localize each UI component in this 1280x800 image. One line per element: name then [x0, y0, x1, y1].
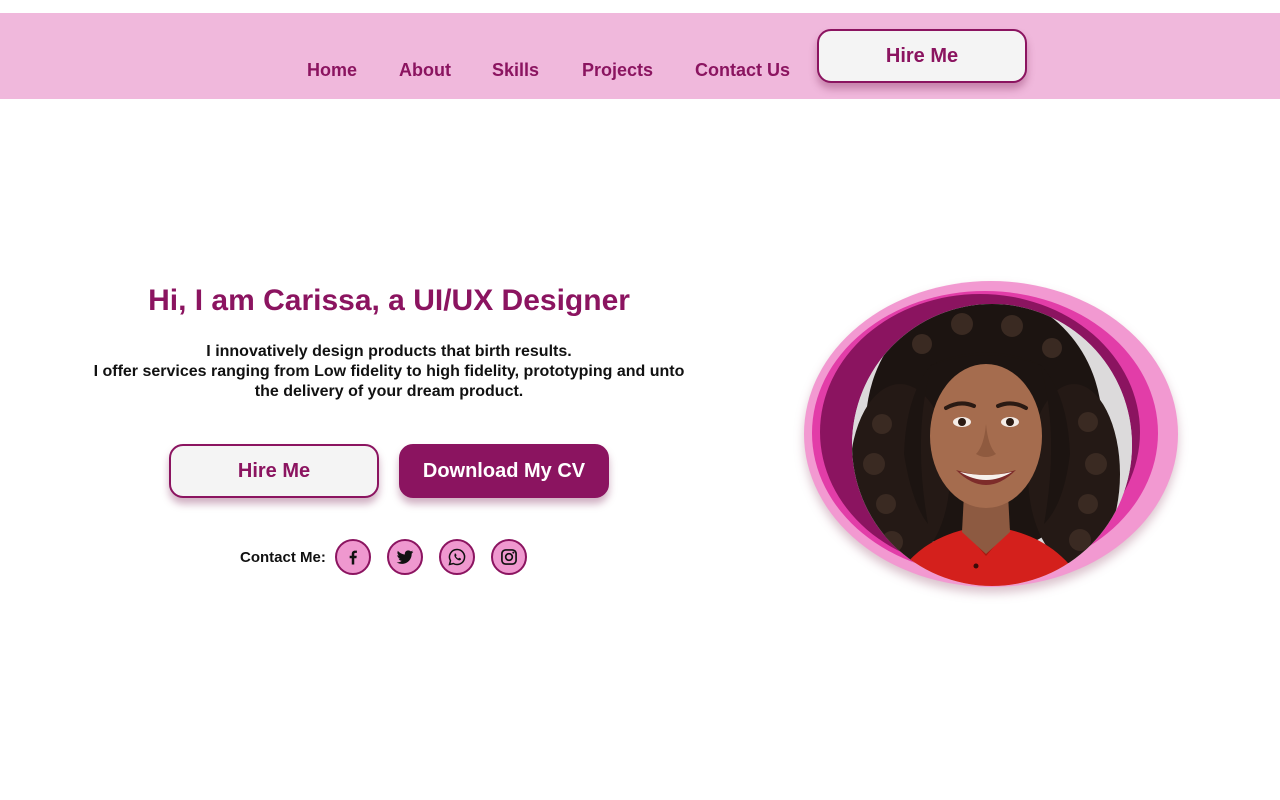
facebook-glyph [349, 550, 357, 565]
hero-desc-line-1: I innovatively design products that birt… [206, 343, 572, 360]
profile-photo [852, 304, 1132, 586]
instagram-icon[interactable] [491, 539, 527, 575]
hire-me-button[interactable]: Hire Me [169, 444, 379, 498]
facebook-icon[interactable] [335, 539, 371, 575]
hero-title: Hi, I am Carissa, a UI/UX Designer [148, 284, 630, 317]
nav-about-link[interactable]: About [399, 57, 451, 83]
nav-contact-us-link[interactable]: Contact Us [695, 57, 790, 83]
download-cv-button[interactable]: Download My CV [399, 444, 609, 498]
hero-desc-line-2: I offer services ranging from Low fideli… [93, 363, 685, 400]
nav-home-link[interactable]: Home [307, 57, 357, 83]
twitter-glyph [396, 550, 414, 564]
top-navbar: Home About Skills Projects Contact Us [0, 13, 1280, 99]
profile-portrait [804, 281, 1178, 587]
twitter-icon[interactable] [387, 539, 423, 575]
contact-me-label: Contact Me: [240, 549, 326, 566]
portrait-inner-ring [820, 294, 1140, 586]
portrait-illustration [852, 304, 1132, 586]
nav-skills-link[interactable]: Skills [492, 57, 539, 83]
instagram-glyph [501, 549, 517, 565]
nav-hire-me-button[interactable]: Hire Me [817, 29, 1027, 83]
whatsapp-icon[interactable] [439, 539, 475, 575]
nav-projects-link[interactable]: Projects [582, 57, 653, 83]
whatsapp-glyph [448, 548, 466, 566]
hero-description: I innovatively design products that birt… [90, 342, 688, 402]
